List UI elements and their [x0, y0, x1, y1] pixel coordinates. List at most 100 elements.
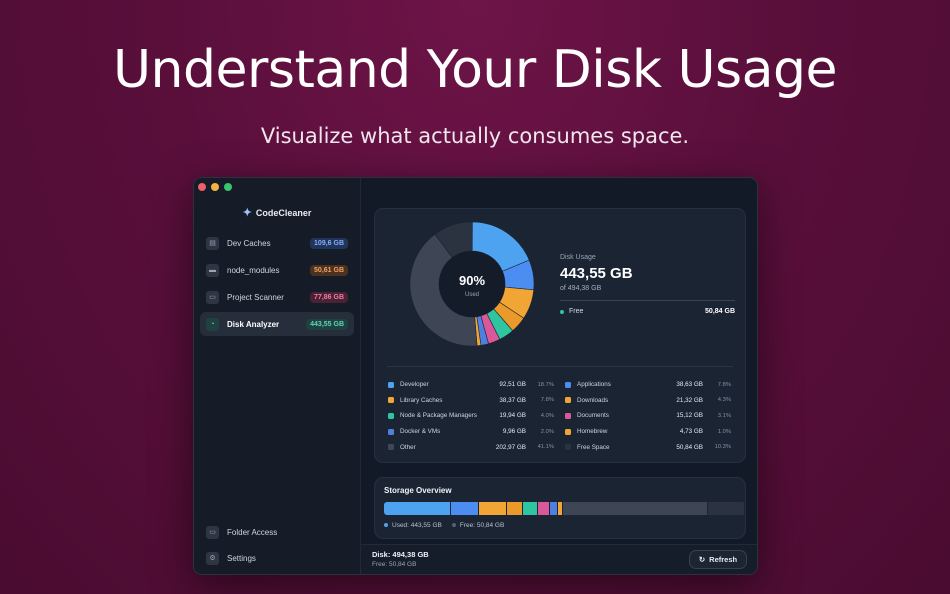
legend-percent: 3.1% — [717, 412, 731, 419]
legend-percent: 7.8% — [717, 381, 731, 388]
sidebar-item-label: node_modules — [227, 265, 280, 275]
disk-total: Disk: 494,38 GB — [372, 550, 429, 559]
sidebar-item-project-scanner[interactable]: ▭ Project Scanner 77,86 GB — [200, 285, 354, 309]
free-legend: Free: 50,84 GB — [451, 522, 505, 529]
zoom-window-button[interactable] — [224, 183, 232, 191]
storage-bar-segment-applications — [450, 502, 478, 515]
sparkle-icon: ✦ — [242, 207, 252, 219]
legend-name: Free Space — [577, 443, 610, 451]
folder-lock-icon: ▭ — [206, 525, 219, 539]
legend-name: Documents — [577, 412, 609, 420]
legend-percent: 4.0% — [540, 412, 554, 419]
legend-name: Developer — [400, 381, 429, 389]
legend-name: Node & Package Managers — [400, 412, 478, 420]
storage-legend: Used: 443,55 GB Free: 50,84 GB — [384, 522, 504, 529]
legend-row: Downloads 21,32 GB 4.3% — [565, 393, 731, 409]
legend-size: 15,12 GB — [676, 412, 703, 420]
pie-chart-icon: ◔ — [206, 317, 219, 331]
hero-subtitle: Visualize what actually consumes space. — [260, 124, 690, 148]
used-legend: Used: 443,55 GB — [384, 522, 442, 529]
drive-icon: ▤ — [206, 236, 219, 250]
sidebar-item-dev-caches[interactable]: ▤ Dev Caches 109,6 GB — [200, 231, 354, 255]
legend-swatch-icon — [388, 397, 394, 404]
legend-left-column: Developer 92,51 GB 18.7% Library Caches 38,3… — [388, 377, 554, 455]
legend-percent: 41.1% — [537, 444, 554, 451]
legend-row: Homebrew 4,73 GB 1.0% — [565, 424, 731, 440]
disk-usage-card: 90% Used Disk Usage 443,55 GB of 494,38 … — [374, 208, 746, 463]
legend-swatch-icon — [565, 428, 571, 435]
divider — [560, 300, 735, 301]
free-value: 50,84 GB — [705, 308, 735, 315]
sidebar-item-label: Project Scanner — [227, 292, 284, 302]
legend-percent: 1.0% — [717, 428, 731, 435]
legend-name: Applications — [577, 381, 611, 389]
folder-icon: ▬ — [206, 263, 219, 277]
legend-row: Other 202,97 GB 41.1% — [388, 439, 554, 455]
storage-bar-segment-node-package-managers — [523, 502, 538, 515]
free-dot-icon — [560, 309, 564, 314]
sidebar-item-node-modules[interactable]: ▬ node_modules 50,61 GB — [200, 258, 354, 282]
storage-bar-segment-developer — [384, 502, 450, 515]
sidebar-item-label: Disk Analyzer — [227, 319, 280, 329]
used-dot-icon — [384, 523, 388, 528]
scan-folder-icon: ▭ — [206, 290, 219, 304]
minimize-window-button[interactable] — [211, 183, 219, 191]
legend-row: Free Space 50,84 GB 10.3% — [565, 439, 731, 455]
legend-right-column: Applications 38,63 GB 7.8% Downloads 21,32 G… — [565, 377, 731, 455]
legend-percent: 7.8% — [540, 397, 554, 404]
legend-size: 19,94 GB — [499, 412, 526, 420]
legend-percent: 4.3% — [717, 397, 731, 404]
legend-percent: 2.0% — [540, 428, 554, 435]
legend-size: 21,32 GB — [676, 396, 703, 404]
sidebar-item-settings[interactable]: ⚙ Settings — [200, 546, 354, 570]
app-name-label: CodeCleaner — [255, 208, 312, 218]
disk-free: Free: 50,84 GB — [372, 561, 417, 568]
legend-name: Library Caches — [400, 396, 443, 404]
main-content: 90% Used Disk Usage 443,55 GB of 494,38 … — [361, 178, 757, 574]
sidebar: ✦ CodeCleaner ▤ Dev Caches 109,6 GB ▬ node_mo… — [194, 178, 361, 574]
disk-usage-donut-chart: 90% Used — [409, 221, 535, 347]
free-dot-icon — [451, 523, 456, 528]
legend-size: 50,84 GB — [676, 443, 703, 451]
legend-swatch-icon — [388, 381, 394, 388]
storage-bar-segment-library-caches — [478, 502, 507, 515]
free-legend-label: Free: 50,84 GB — [459, 522, 505, 529]
legend-percent: 10.3% — [714, 444, 731, 451]
legend-size: 38,63 GB — [676, 381, 703, 389]
legend-size: 4,73 GB — [679, 428, 703, 436]
legend-swatch-icon — [388, 444, 394, 451]
used-legend-label: Used: 443,55 GB — [392, 522, 442, 529]
legend-row: Developer 92,51 GB 18.7% — [388, 377, 554, 393]
legend-name: Other — [400, 443, 416, 451]
sidebar-item-disk-analyzer[interactable]: ◔ Disk Analyzer 443,55 GB — [200, 312, 354, 336]
legend-size: 9,96 GB — [502, 428, 526, 436]
window-controls — [198, 183, 232, 191]
legend-row: Applications 38,63 GB 7.8% — [565, 377, 731, 393]
free-label: Free — [569, 308, 584, 315]
refresh-icon: ↻ — [698, 555, 706, 564]
refresh-label: Refresh — [709, 555, 738, 564]
legend-row: Node & Package Managers 19,94 GB 4.0% — [388, 408, 554, 424]
legend-row: Docker & VMs 9,96 GB 2.0% — [388, 424, 554, 440]
app-window: ✦ CodeCleaner ▤ Dev Caches 109,6 GB ▬ node_mo… — [193, 177, 758, 575]
legend-swatch-icon — [565, 412, 571, 419]
storage-bar-segment-docker-vms — [550, 502, 558, 515]
storage-overview-card: Storage Overview Used: 443,55 GB Free: 5… — [374, 477, 746, 539]
legend-row: Library Caches 38,37 GB 7.8% — [388, 393, 554, 409]
legend-swatch-icon — [565, 381, 571, 388]
sidebar-item-folder-access[interactable]: ▭ Folder Access — [200, 520, 354, 544]
disk-total-label: of 494,38 GB — [560, 285, 602, 292]
legend-swatch-icon — [388, 412, 394, 419]
gear-icon: ⚙ — [206, 551, 219, 565]
close-window-button[interactable] — [198, 183, 206, 191]
legend-swatch-icon — [565, 397, 571, 404]
sidebar-item-label: Settings — [227, 553, 256, 563]
storage-bar-segment-other — [562, 502, 707, 515]
disk-usage-value: 443,55 GB — [560, 265, 633, 282]
status-footer: Disk: 494,38 GB Free: 50,84 GB ↻ Refresh — [361, 544, 757, 574]
storage-overview-title: Storage Overview — [384, 486, 452, 495]
storage-bar — [384, 502, 745, 515]
divider — [387, 366, 733, 367]
free-space-row: Free 50,84 GB — [560, 308, 735, 315]
refresh-button[interactable]: ↻ Refresh — [689, 550, 747, 569]
